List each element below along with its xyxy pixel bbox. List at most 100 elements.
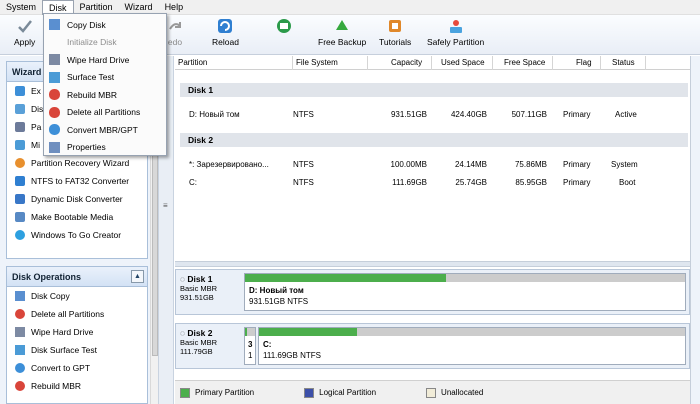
disk-2-row[interactable]: Disk 2 — [180, 133, 688, 147]
partition-block[interactable]: 3 1 — [244, 327, 256, 365]
convert-gpt-icon — [15, 363, 25, 373]
wizard-item[interactable]: Windows To Go Creator — [7, 226, 147, 244]
menu-initialize-disk[interactable]: Initialize Disk — [44, 34, 166, 52]
tutorials-button[interactable]: Tutorials — [379, 18, 411, 52]
cell-fs: NTFS — [293, 160, 314, 169]
initialize-disk-icon — [49, 37, 60, 48]
menu-delete-all-partitions[interactable]: Delete all Partitions — [44, 104, 166, 122]
col-file-system[interactable]: File System — [296, 58, 338, 67]
bootable-media-icon — [15, 212, 25, 222]
col-free-space[interactable]: Free Space — [504, 58, 545, 67]
menu-wipe-hard-drive[interactable]: Wipe Hard Drive — [44, 51, 166, 69]
disk-op-label: Convert to GPT — [31, 363, 91, 373]
disk-op-item[interactable]: Disk Surface Test — [7, 341, 147, 359]
legend-primary: Primary Partition — [180, 387, 255, 398]
logical-swatch — [304, 387, 315, 398]
wipe-icon — [49, 54, 60, 66]
col-status[interactable]: Status — [612, 58, 635, 67]
wizard-item[interactable]: Dynamic Disk Converter — [7, 190, 147, 208]
windows-icon — [15, 230, 25, 240]
menu-item-label: Copy Disk — [67, 19, 106, 30]
menu-rebuild-mbr[interactable]: Rebuild MBR — [44, 86, 166, 104]
cell-free: 75.86MB — [514, 160, 547, 169]
partition-detail: 1 — [248, 351, 253, 360]
free-backup-button[interactable]: Free Backup — [318, 18, 366, 52]
col-capacity[interactable]: Capacity — [391, 58, 422, 67]
surface-test-icon — [49, 71, 60, 83]
disk-1-row[interactable]: Disk 1 — [180, 83, 688, 97]
disk-op-item[interactable]: Rebuild MBR — [7, 377, 147, 395]
wizard-title: Wizard — [12, 66, 42, 77]
disk-2-map[interactable]: ◌ Disk 2 Basic MBR 111.79GB 3 1 C: 111.6… — [175, 323, 690, 369]
table-row[interactable]: D: Новый том NTFS 931.51GB 424.40GB 507.… — [175, 107, 690, 123]
disk-op-label: Wipe Hard Drive — [31, 327, 94, 337]
disk-op-item[interactable]: Delete all Partitions — [7, 305, 147, 323]
table-row[interactable]: *: Зарезервировано... NTFS 100.00MB 24.1… — [175, 157, 690, 173]
wizard-item[interactable]: Make Bootable Media — [7, 208, 147, 226]
partition-detail: 931.51GB NTFS — [249, 297, 309, 306]
wizard-icon — [15, 122, 25, 132]
dynamic-disk-icon — [15, 194, 25, 204]
disk-1-map[interactable]: ◌ Disk 1 Basic MBR 931.51GB D: Новый том… — [175, 269, 690, 315]
table-header: Partition File System Capacity Used Spac… — [175, 56, 690, 70]
disk-size: 111.79GB — [180, 347, 213, 356]
cell-fs: NTFS — [293, 110, 314, 119]
cell-used: 424.40GB — [450, 110, 487, 119]
cell-flag: Primary — [563, 160, 591, 169]
safely-partition-button[interactable]: Safely Partition — [427, 18, 484, 52]
right-scrollbar[interactable] — [690, 56, 700, 404]
disk-op-item[interactable]: Wipe Hard Drive — [7, 323, 147, 341]
disk-op-label: Rebuild MBR — [31, 381, 82, 391]
legend-label: Unallocated — [441, 388, 484, 397]
unallocated-swatch — [426, 387, 437, 398]
disk-op-label: Delete all Partitions — [31, 309, 105, 319]
legend-label: Primary Partition — [195, 388, 255, 397]
disk-op-item[interactable]: Disk Copy — [7, 287, 147, 305]
col-partition[interactable]: Partition — [178, 58, 207, 67]
redo-button[interactable]: edo — [167, 18, 183, 52]
menu-surface-test[interactable]: Surface Test — [44, 69, 166, 87]
email-button[interactable] — [276, 18, 292, 52]
reload-button[interactable]: Reload — [212, 18, 239, 52]
legend-bar: Primary Partition Logical Partition Unal… — [175, 380, 690, 404]
wizard-item-label: Partition Recovery Wizard — [31, 158, 130, 168]
cell-used: 25.74GB — [455, 178, 487, 187]
checkmark-icon — [17, 20, 32, 33]
collapse-icon[interactable]: ▲ — [131, 270, 144, 283]
usage-fill — [259, 328, 357, 336]
disk-operations-header[interactable]: Disk Operations ▲ — [7, 267, 147, 287]
disk-op-item[interactable]: Convert to GPT — [7, 359, 147, 377]
usage-fill — [245, 328, 248, 336]
map-splitter[interactable] — [175, 261, 690, 267]
grip-icon: ≡ — [163, 201, 168, 210]
disk-menu-dropdown: Copy Disk Initialize Disk Wipe Hard Driv… — [43, 13, 167, 156]
reload-icon — [218, 19, 233, 33]
menu-item-label: Convert MBR/GPT — [67, 124, 138, 135]
cell-flag: Primary — [563, 110, 591, 119]
menu-copy-disk[interactable]: Copy Disk — [44, 16, 166, 34]
cell-status: Active — [615, 110, 637, 119]
menu-item-label: Rebuild MBR — [67, 89, 118, 100]
delete-icon — [49, 106, 60, 118]
partition-table: Partition File System Capacity Used Spac… — [175, 56, 690, 261]
table-row[interactable]: C: NTFS 111.69GB 25.74GB 85.95GB Primary… — [175, 175, 690, 191]
partition-block[interactable]: C: 111.69GB NTFS — [258, 327, 686, 365]
rebuild-mbr-icon — [15, 381, 25, 391]
wizard-icon — [15, 86, 25, 96]
wizard-item-label: Mi — [31, 140, 40, 150]
menu-properties[interactable]: Properties — [44, 139, 166, 157]
menu-system[interactable]: System — [0, 0, 42, 15]
partition-block[interactable]: D: Новый том 931.51GB NTFS — [244, 273, 686, 311]
redo-label: edo — [167, 37, 183, 47]
disk-op-label: Disk Copy — [31, 291, 70, 301]
free-backup-label: Free Backup — [318, 37, 367, 47]
disk-type: Basic MBR — [180, 338, 218, 347]
col-divider — [552, 56, 553, 70]
wizard-item[interactable]: Partition Recovery Wizard — [7, 154, 147, 172]
col-flag[interactable]: Flag — [576, 58, 592, 67]
wizard-icon — [15, 104, 25, 114]
col-used-space[interactable]: Used Space — [441, 58, 485, 67]
menu-convert-mbr-gpt[interactable]: Convert MBR/GPT — [44, 121, 166, 139]
wizard-item[interactable]: NTFS to FAT32 Converter — [7, 172, 147, 190]
apply-button[interactable]: Apply — [14, 18, 35, 52]
